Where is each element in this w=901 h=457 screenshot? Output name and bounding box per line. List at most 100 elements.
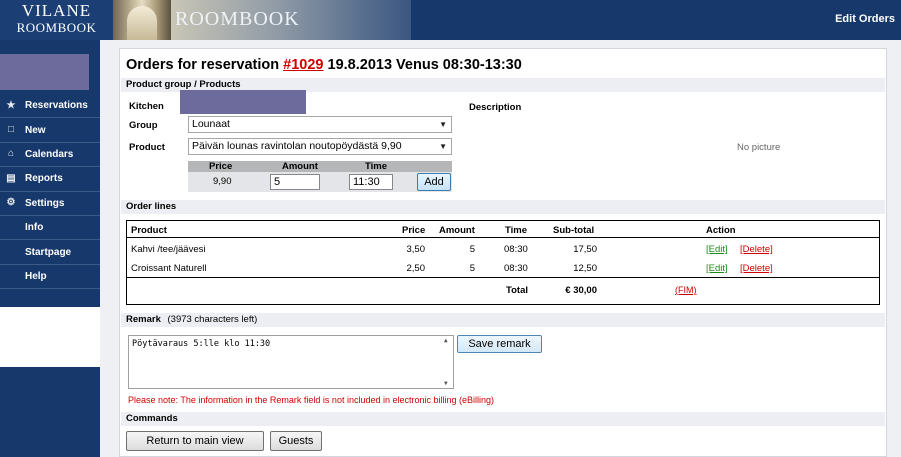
title-suffix: 19.8.2013 Venus 08:30-13:30: [327, 57, 522, 73]
table-row: Croissant Naturell 2,50 5 08:30 12,50 [E…: [127, 259, 879, 278]
sidebar-item-label: Info: [25, 222, 44, 234]
document-icon: □: [7, 124, 15, 136]
amount-header: Amount: [282, 161, 318, 172]
sidebar-item-settings[interactable]: ⚙ Settings: [0, 192, 100, 216]
col-price: Price: [402, 225, 426, 236]
logo-line2: ROOMBOOK: [16, 20, 97, 35]
banner-title: ROOMBOOK: [175, 8, 300, 30]
sidebar-bottom: [0, 367, 100, 457]
sidebar-item-label: Settings: [25, 197, 65, 209]
commands-section-header: Commands: [121, 412, 885, 426]
col-action: Action: [706, 225, 736, 236]
order-lines-section-header: Order lines: [121, 200, 885, 214]
save-remark-button[interactable]: Save remark: [457, 335, 542, 353]
price-value: 9,90: [213, 176, 232, 187]
row-product: Croissant Naturell: [131, 263, 207, 274]
sidebar-item-label: Help: [25, 270, 47, 282]
remark-counter: (3973 characters left): [167, 314, 258, 325]
main-panel: Orders for reservation #1029 19.8.2013 V…: [119, 48, 887, 457]
app-header: VILANE ROOMBOOK ROOMBOOK Edit Orders: [0, 0, 901, 40]
title-prefix: Orders for reservation: [126, 57, 280, 73]
group-select-value: Lounaat: [192, 118, 230, 130]
price-amount-time-header: Price Amount Time: [188, 161, 452, 172]
table-total-row: Total € 30,00 (FIM): [127, 277, 879, 304]
time-header: Time: [365, 161, 388, 172]
sidebar-item-reports[interactable]: ▤ Reports: [0, 167, 100, 192]
description-label: Description: [469, 102, 522, 113]
table-header: Product Price Amount Time Sub-total Acti…: [127, 221, 879, 238]
group-select[interactable]: Lounaat ▼: [188, 116, 452, 133]
add-button[interactable]: Add: [417, 173, 451, 191]
product-select[interactable]: Päivän lounas ravintolan noutopöydästä 9…: [188, 138, 452, 155]
col-product: Product: [131, 225, 167, 236]
col-time: Time: [505, 225, 528, 236]
group-label: Group: [129, 120, 158, 131]
ebilling-note: Please note: The information in the Rema…: [128, 395, 495, 405]
edit-link[interactable]: [Edit]: [706, 263, 728, 274]
sidebar-item-calendars[interactable]: ⌂ Calendars: [0, 143, 100, 168]
remark-label: Remark: [126, 314, 161, 325]
remark-scrollbar[interactable]: ▲ ▼: [442, 336, 453, 388]
total-value: € 30,00: [565, 285, 597, 296]
page-title: Orders for reservation #1029 19.8.2013 V…: [126, 57, 522, 73]
sidebar-top: [0, 40, 100, 94]
edit-link[interactable]: [Edit]: [706, 244, 728, 255]
chevron-down-icon: ▼: [439, 120, 447, 129]
sidebar-item-new[interactable]: □ New: [0, 118, 100, 143]
remark-textarea[interactable]: Pöytävaraus 5:lle klo 11:30 ▲ ▼: [128, 335, 454, 389]
price-amount-time-row: 9,90 5 11:30 Add: [188, 172, 452, 192]
row-amount: 5: [469, 244, 475, 255]
kitchen-label: Kitchen: [129, 101, 164, 112]
gear-icon: ⚙: [6, 197, 16, 209]
sidebar-item-label: Reports: [25, 173, 63, 185]
order-lines-table: Product Price Amount Time Sub-total Acti…: [126, 220, 880, 305]
row-time: 08:30: [504, 244, 528, 255]
logo-line1: VILANE: [21, 1, 92, 20]
sidebar-nav: ★ Reservations □ New ⌂ Calendars ▤ Repor…: [0, 94, 100, 307]
home-icon: ⌂: [7, 148, 15, 160]
row-price: 2,50: [406, 263, 426, 274]
row-amount: 5: [469, 263, 475, 274]
remark-section-header: Remark (3973 characters left): [121, 313, 885, 327]
banner-photo: [113, 0, 171, 40]
sidebar-item-label: New: [25, 124, 46, 136]
delete-link[interactable]: [Delete]: [740, 263, 773, 274]
remark-text: Pöytävaraus 5:lle klo 11:30: [132, 339, 271, 349]
sidebar: ★ Reservations □ New ⌂ Calendars ▤ Repor…: [0, 40, 100, 457]
sidebar-item-help[interactable]: Help: [0, 265, 100, 290]
reservation-link[interactable]: #1029: [283, 57, 323, 73]
sidebar-item-info[interactable]: Info: [0, 216, 100, 241]
kitchen-field[interactable]: [180, 90, 306, 114]
row-subtotal: 17,50: [573, 244, 597, 255]
row-price: 3,50: [406, 244, 426, 255]
banner: ROOMBOOK: [171, 0, 411, 40]
sidebar-item-reservations[interactable]: ★ Reservations: [0, 94, 100, 119]
total-label: Total: [506, 285, 528, 296]
reservations-icon: ★: [6, 99, 16, 111]
delete-link[interactable]: [Delete]: [740, 244, 773, 255]
time-input[interactable]: 11:30: [349, 174, 393, 190]
row-time: 08:30: [504, 263, 528, 274]
vilane-logo[interactable]: VILANE ROOMBOOK: [0, 0, 113, 40]
scroll-up-icon: ▲: [444, 337, 448, 344]
amount-input[interactable]: 5: [270, 174, 320, 190]
currency-fim-link[interactable]: (FIM): [675, 285, 697, 295]
col-subtotal: Sub-total: [553, 225, 595, 236]
row-product: Kahvi /tee/jäävesi: [131, 244, 206, 255]
col-amount: Amount: [439, 225, 475, 236]
chart-icon: ▤: [6, 172, 16, 184]
chevron-down-icon: ▼: [439, 142, 447, 151]
table-row: Kahvi /tee/jäävesi 3,50 5 08:30 17,50 [E…: [127, 240, 879, 259]
return-main-view-button[interactable]: Return to main view: [126, 431, 264, 451]
sidebar-item-label: Calendars: [25, 148, 74, 160]
sidebar-item-label: Startpage: [25, 246, 72, 258]
sidebar-item-startpage[interactable]: Startpage: [0, 240, 100, 265]
user-block: [0, 54, 89, 90]
guests-button[interactable]: Guests: [270, 431, 322, 451]
scroll-down-icon: ▼: [444, 380, 448, 387]
price-header: Price: [209, 161, 233, 172]
sidebar-item-label: Reservations: [25, 100, 88, 112]
product-label: Product: [129, 142, 165, 153]
no-picture-text: No picture: [737, 142, 781, 153]
row-subtotal: 12,50: [573, 263, 597, 274]
